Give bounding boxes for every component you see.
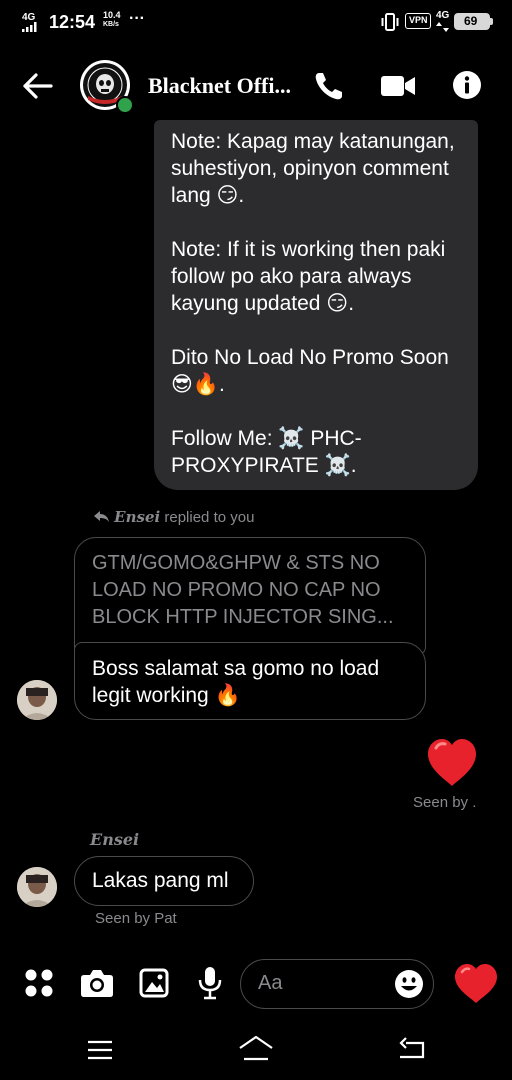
- video-call-icon[interactable]: [380, 72, 416, 100]
- sent-heart-icon[interactable]: [424, 736, 480, 790]
- reply-indicator-text: replied to you: [164, 509, 255, 526]
- message-bubble-incoming[interactable]: Note: Kapag may katanungan, suhestiyon, …: [154, 120, 478, 490]
- reply-indicator: Ensei replied to you: [94, 508, 254, 526]
- reply-sender-name: Ensei: [114, 508, 161, 526]
- voice-call-icon[interactable]: [313, 70, 345, 102]
- quoted-message[interactable]: GTM/GOMO&GHPW & STS NO LOAD NO PROMO NO …: [74, 537, 426, 655]
- seen-receipt: Seen by .: [413, 794, 477, 811]
- like-heart-icon[interactable]: [452, 962, 500, 1006]
- net-speed-unit: KB/s: [103, 21, 119, 28]
- seen-receipt: Seen by Pat: [95, 910, 177, 927]
- more-notifications: ···: [129, 10, 145, 27]
- vpn-badge: VPN: [405, 13, 431, 29]
- message-bubble-reply[interactable]: Boss salamat sa gomo no load legit worki…: [74, 642, 426, 720]
- network-type-right: 4G: [436, 10, 450, 21]
- message-paragraph: Note: If it is working then paki follow …: [171, 238, 446, 315]
- online-indicator: [116, 96, 134, 114]
- message-paragraph: Note: Kapag may katanungan, suhestiyon, …: [171, 130, 455, 207]
- info-icon[interactable]: [452, 70, 482, 100]
- message-text: Boss salamat sa gomo no load legit worki…: [92, 657, 380, 707]
- sender-avatar[interactable]: [17, 867, 57, 907]
- message-paragraph: Follow Me: ☠️ PHC-PROXYPIRATE ☠️.: [171, 427, 362, 477]
- sender-name: Ensei: [90, 830, 140, 849]
- battery-icon: 69: [454, 13, 490, 30]
- home-icon[interactable]: [238, 1035, 274, 1063]
- chat-title[interactable]: Blacknet Offi...: [148, 73, 291, 99]
- quoted-message-text: GTM/GOMO&GHPW & STS NO LOAD NO PROMO NO …: [92, 552, 394, 628]
- message-paragraph: Dito No Load No Promo Soon 😎🔥.: [171, 346, 449, 396]
- avatar-photo: [17, 680, 57, 720]
- message-input[interactable]: Aa: [240, 959, 434, 1009]
- system-nav-bar: [0, 1020, 512, 1080]
- camera-icon[interactable]: [80, 968, 114, 998]
- net-speed-value: 10.4: [103, 10, 121, 20]
- menu-icon[interactable]: [87, 1040, 113, 1060]
- emoji-icon[interactable]: [394, 969, 424, 999]
- microphone-icon[interactable]: [198, 966, 222, 1000]
- message-bubble-incoming[interactable]: Lakas pang ml: [74, 856, 254, 906]
- message-input-placeholder: Aa: [258, 972, 283, 994]
- status-bar: 4G 12:54 10.4 KB/s ··· VPN 4G 69: [0, 0, 512, 44]
- back-arrow-icon[interactable]: [22, 72, 54, 100]
- vibrate-icon: [381, 13, 399, 31]
- message-text: Lakas pang ml: [92, 869, 229, 892]
- gallery-icon[interactable]: [139, 968, 169, 998]
- data-arrows-icon: [436, 22, 449, 32]
- avatar-photo: [17, 867, 57, 907]
- apps-icon[interactable]: [24, 968, 54, 998]
- back-icon[interactable]: [398, 1037, 426, 1061]
- signal-icon: [22, 22, 37, 32]
- reply-arrow-icon: [94, 511, 109, 522]
- clock: 12:54: [49, 12, 96, 32]
- sender-avatar[interactable]: [17, 680, 57, 720]
- battery-tip: [490, 18, 493, 25]
